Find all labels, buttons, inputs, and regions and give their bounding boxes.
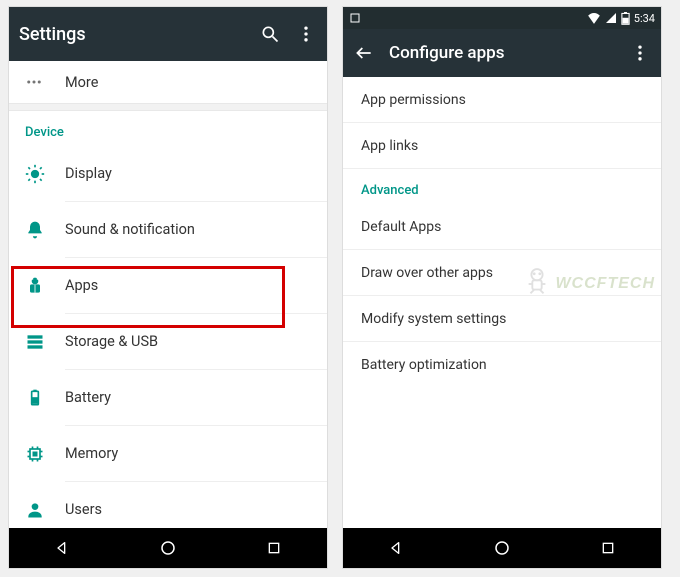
nav-bar-right	[343, 528, 661, 568]
storage-label: Storage & USB	[65, 333, 311, 350]
row-app-links[interactable]: App links	[343, 123, 661, 169]
row-battery[interactable]: Battery	[9, 370, 327, 425]
row-more[interactable]: More	[9, 61, 327, 103]
row-default-apps[interactable]: Default Apps	[343, 204, 661, 250]
status-bar: 5:34	[343, 7, 661, 29]
overflow-icon[interactable]	[295, 23, 317, 45]
overflow-icon-right[interactable]	[629, 42, 651, 64]
users-icon	[25, 500, 65, 520]
nav-bar-left	[9, 528, 327, 568]
modify-system-label: Modify system settings	[361, 311, 506, 327]
apps-icon	[25, 276, 65, 296]
draw-over-label: Draw over other apps	[361, 265, 493, 281]
memory-icon	[25, 444, 65, 464]
row-draw-over[interactable]: Draw over other apps	[343, 250, 661, 296]
signal-icon	[605, 12, 617, 24]
back-arrow-icon[interactable]	[353, 42, 375, 64]
battery-label: Battery	[65, 389, 311, 406]
row-app-permissions[interactable]: App permissions	[343, 77, 661, 123]
nav-home-icon[interactable]	[158, 538, 178, 558]
advanced-header: Advanced	[343, 169, 661, 204]
more-label: More	[65, 74, 311, 91]
battery-icon	[25, 388, 65, 408]
row-sound[interactable]: Sound & notification	[9, 202, 327, 257]
app-bar-settings: Settings	[9, 7, 327, 61]
users-label: Users	[65, 501, 311, 518]
status-battery-icon	[621, 12, 630, 25]
row-display[interactable]: Display	[9, 146, 327, 201]
nav-back-icon[interactable]	[52, 538, 72, 558]
row-storage[interactable]: Storage & USB	[9, 314, 327, 369]
apps-label: Apps	[65, 277, 311, 294]
row-users[interactable]: Users	[9, 482, 327, 528]
memory-label: Memory	[65, 445, 311, 462]
app-permissions-label: App permissions	[361, 92, 466, 108]
settings-content: More Device Display Sound & notification…	[9, 61, 327, 528]
bell-icon	[25, 220, 65, 240]
battery-opt-label: Battery optimization	[361, 357, 487, 373]
default-apps-label: Default Apps	[361, 219, 441, 235]
nav-recent-icon[interactable]	[598, 538, 618, 558]
appbar-title: Settings	[19, 24, 245, 45]
display-label: Display	[65, 165, 311, 182]
sound-label: Sound & notification	[65, 221, 311, 238]
storage-icon	[25, 332, 65, 352]
configure-content: App permissions App links Advanced Defau…	[343, 77, 661, 528]
phone-configure-apps: 5:34 Configure apps App permissions App …	[342, 6, 662, 569]
device-header: Device	[9, 111, 327, 146]
search-icon[interactable]	[259, 23, 281, 45]
appbar-title-right: Configure apps	[389, 43, 615, 63]
display-icon	[25, 164, 65, 184]
row-modify-system[interactable]: Modify system settings	[343, 296, 661, 342]
row-memory[interactable]: Memory	[9, 426, 327, 481]
nav-home-icon[interactable]	[492, 538, 512, 558]
app-links-label: App links	[361, 138, 418, 154]
more-icon	[25, 73, 65, 91]
row-battery-opt[interactable]: Battery optimization	[343, 342, 661, 388]
nav-back-icon[interactable]	[386, 538, 406, 558]
row-apps[interactable]: Apps	[9, 258, 327, 313]
app-bar-configure: Configure apps	[343, 29, 661, 77]
status-notif-icon	[349, 12, 361, 24]
phone-settings: Settings More Device Display So	[8, 6, 328, 569]
status-time: 5:34	[634, 12, 655, 25]
wifi-icon	[587, 12, 601, 24]
section-gap	[9, 103, 327, 111]
nav-recent-icon[interactable]	[264, 538, 284, 558]
